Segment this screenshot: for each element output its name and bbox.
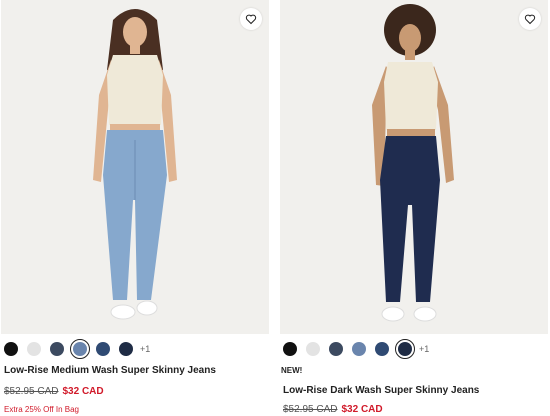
product-card[interactable]: +1 Low-Rise Medium Wash Super Skinny Jea… (1, 0, 269, 416)
more-colors[interactable]: +1 (419, 344, 429, 354)
sale-price: $32 CAD (341, 404, 383, 415)
swatch-3[interactable] (352, 342, 366, 356)
swatch-5[interactable] (395, 339, 415, 359)
sale-price: $32 CAD (62, 386, 104, 397)
product-image[interactable] (280, 0, 548, 334)
heart-outline-icon[interactable] (519, 8, 541, 30)
model-medium-wash-illustration (93, 9, 177, 320)
swatch-3[interactable] (70, 339, 90, 359)
swatch-2[interactable] (329, 342, 343, 356)
product-title[interactable]: Low-Rise Medium Wash Super Skinny Jeans (4, 365, 216, 376)
swatch-1[interactable] (27, 342, 41, 356)
original-price: $52.95 CAD (283, 404, 338, 415)
swatch-0[interactable] (283, 342, 297, 356)
swatch-2[interactable] (50, 342, 64, 356)
original-price: $52.95 CAD (4, 386, 59, 397)
swatch-4[interactable] (375, 342, 389, 356)
more-colors[interactable]: +1 (140, 344, 150, 354)
heart-outline-icon[interactable] (240, 8, 262, 30)
price-row: $52.95 CAD $32 CAD (283, 404, 383, 415)
new-badge: NEW! (281, 366, 303, 375)
model-dark-wash-illustration (372, 4, 454, 322)
promo-text: Extra 25% Off In Bag (4, 405, 80, 414)
color-swatches: +1 (4, 339, 150, 359)
price-row: $52.95 CAD $32 CAD (4, 386, 104, 397)
swatch-5[interactable] (119, 342, 133, 356)
product-image[interactable] (1, 0, 269, 334)
color-swatches: +1 (283, 339, 429, 359)
swatch-1[interactable] (306, 342, 320, 356)
product-card[interactable]: +1 NEW! Low-Rise Dark Wash Super Skinny … (280, 0, 548, 416)
swatch-0[interactable] (4, 342, 18, 356)
product-title[interactable]: Low-Rise Dark Wash Super Skinny Jeans (283, 385, 479, 396)
swatch-4[interactable] (96, 342, 110, 356)
